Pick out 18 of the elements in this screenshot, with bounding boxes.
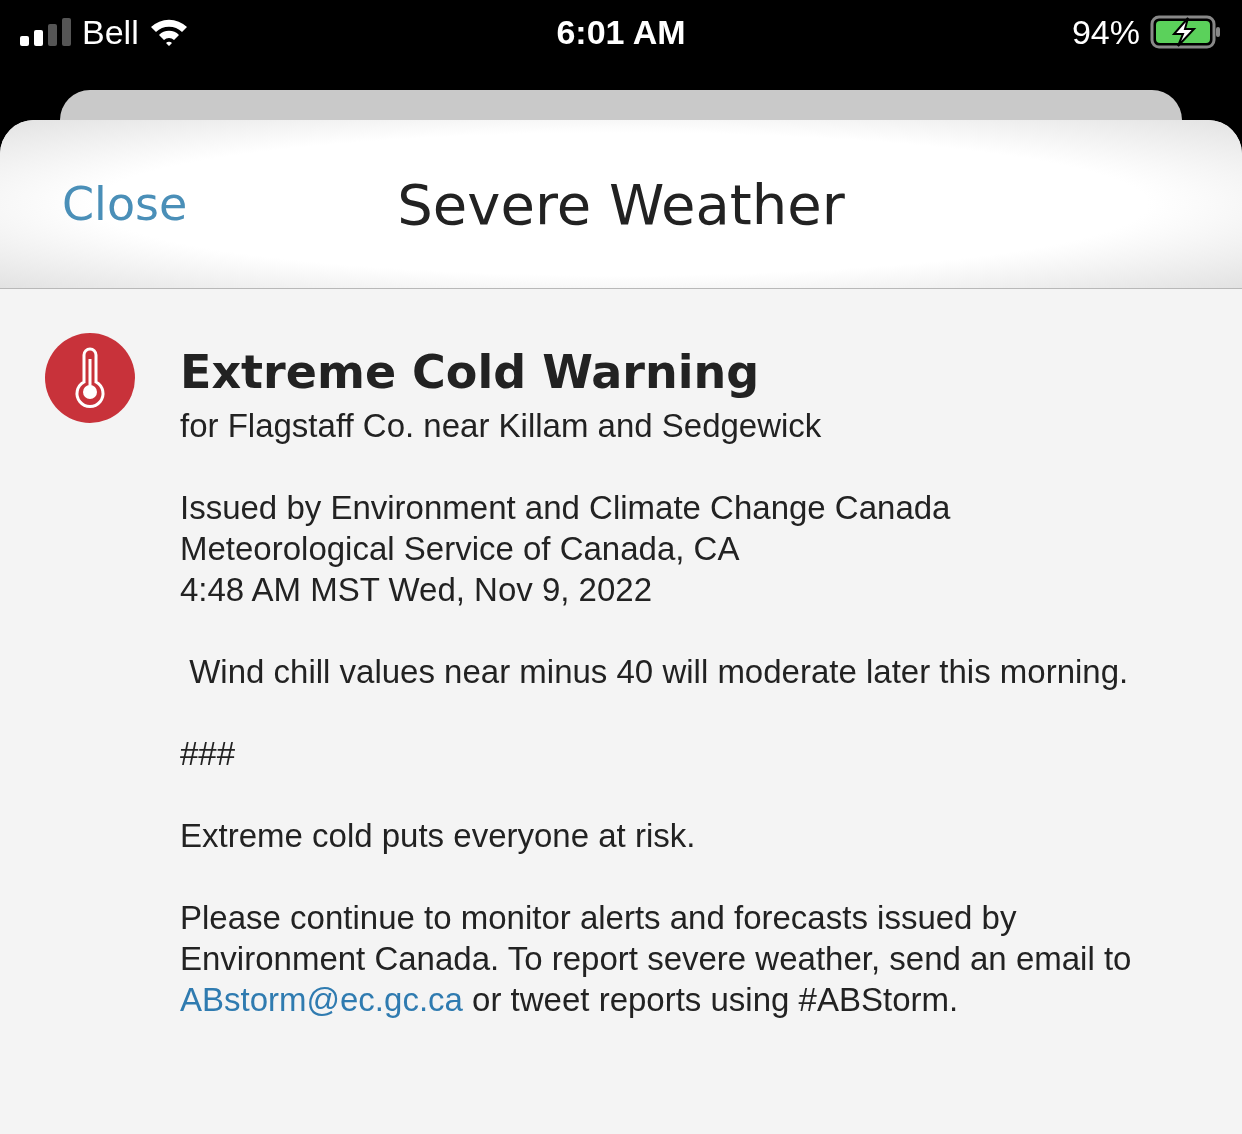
alert-paragraph: ### xyxy=(180,734,237,774)
charging-battery-icon xyxy=(1150,15,1222,49)
sheet-title: Severe Weather xyxy=(397,171,845,237)
close-button[interactable]: Close xyxy=(62,177,188,231)
signal-icon xyxy=(20,18,72,46)
issuer-line: Meteorological Service of Canada, CA xyxy=(180,529,741,569)
battery-percentage: 94% xyxy=(1071,12,1140,52)
issuer-line: 4:48 AM MST Wed, Nov 9, 2022 xyxy=(180,570,654,610)
issuer-line: Issued by Environment and Climate Change Canada xyxy=(180,488,952,528)
alert-title: Extreme Cold Warning xyxy=(180,345,761,399)
thermometer-icon xyxy=(45,333,135,423)
clock-time: 6:01 AM xyxy=(556,12,686,52)
alert-paragraph: Wind chill values near minus 40 will moderate later this morning. xyxy=(188,652,1130,692)
alert-paragraph: Please continue to monitor alerts and forecasts issued by Environment Canada. To report severe weather, send an email to ABstorm@ec.gc.ca or tweet reports using #ABStorm. xyxy=(180,898,1133,1020)
carrier-name: Bell xyxy=(82,12,139,52)
alert-area: for Flagstaff Co. near Killam and Sedgewick xyxy=(180,405,1202,446)
email-link[interactable]: ABstorm@ec.gc.ca xyxy=(180,981,463,1018)
alert-paragraph: Extreme cold puts everyone at risk. xyxy=(180,816,697,856)
